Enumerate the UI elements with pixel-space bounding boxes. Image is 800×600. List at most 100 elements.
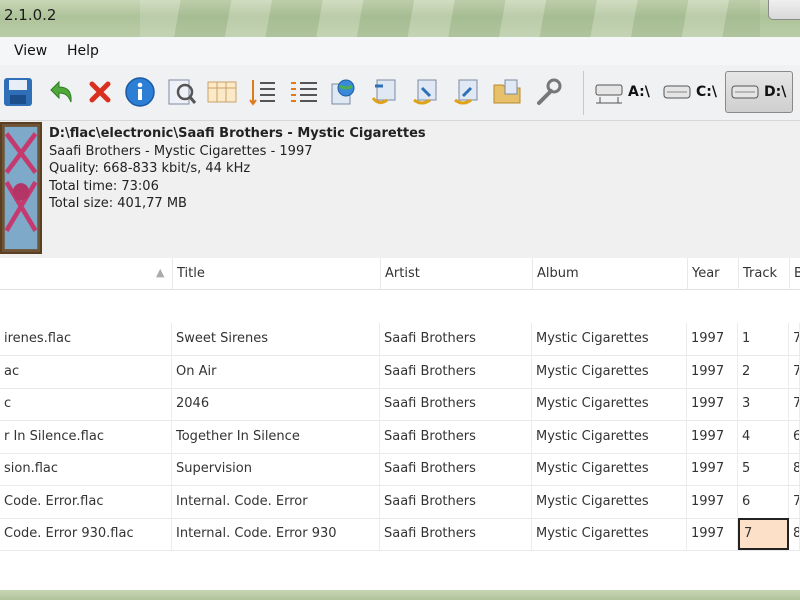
cell-extra[interactable]: 7 [789, 388, 800, 420]
total-time: Total time: 73:06 [49, 178, 159, 194]
cell-album[interactable]: Mystic Cigarettes [532, 355, 687, 388]
cell-artist[interactable]: Saafi Brothers [380, 388, 532, 420]
table-header: ▲ Title Artist Album Year Track B [0, 258, 800, 290]
cell-extra[interactable]: 7 [789, 485, 800, 518]
cell-album[interactable]: Mystic Cigarettes [532, 323, 687, 355]
table-row[interactable]: sion.flac Supervision Saafi Brothers Mystic… [0, 453, 800, 486]
cell-track[interactable]: 4 [738, 420, 789, 453]
cell-filename[interactable]: ac [0, 355, 172, 388]
album-cover[interactable] [0, 122, 42, 254]
cell-artist[interactable]: Saafi Brothers [380, 518, 532, 550]
list-numbering-icon[interactable] [288, 76, 320, 108]
table-row[interactable]: ac On Air Saafi Brothers Mystic Cigarettes 1… [0, 355, 800, 389]
cell-track[interactable]: 2 [738, 355, 789, 388]
delete-icon[interactable] [84, 76, 116, 108]
cell-extra[interactable]: 6 [789, 420, 800, 453]
settings-icon[interactable] [532, 76, 564, 108]
cell-year[interactable]: 1997 [687, 485, 738, 518]
cell-year[interactable]: 1997 [687, 355, 738, 388]
drive-d-button[interactable]: D:\ [725, 71, 793, 113]
drive-a-button[interactable]: A:\ [590, 71, 656, 113]
cell-track[interactable]: 7 [738, 518, 789, 550]
cell-filename[interactable]: Code. Error 930.flac [0, 518, 172, 550]
table-row[interactable]: irenes.flac Sweet Sirenes Saafi Brothers My… [0, 323, 800, 356]
cell-track[interactable]: 5 [738, 453, 789, 485]
cell-extra[interactable]: 7 [789, 355, 800, 388]
cell-year[interactable]: 1997 [687, 420, 738, 453]
cell-title[interactable]: Supervision [172, 453, 380, 485]
cell-title[interactable]: On Air [172, 355, 380, 388]
column-header-album[interactable]: Album [532, 258, 687, 290]
cell-album[interactable]: Mystic Cigarettes [532, 420, 687, 453]
convert-icon[interactable] [369, 76, 401, 108]
column-header-extra[interactable]: B [789, 258, 800, 290]
save-icon[interactable] [2, 76, 34, 108]
column-header-track[interactable]: Track [738, 258, 789, 290]
edit-tags-icon[interactable] [165, 76, 197, 108]
cell-filename[interactable]: r In Silence.flac [0, 420, 172, 453]
cell-extra[interactable]: 7 [789, 323, 800, 355]
table-row[interactable]: Code. Error.flac Internal. Code. Error Saa… [0, 485, 800, 519]
cell-year[interactable]: 1997 [687, 323, 738, 355]
column-header-filename[interactable] [0, 258, 172, 290]
title-bar-background [140, 0, 760, 37]
menu-view[interactable]: View [14, 43, 47, 59]
info-icon[interactable] [124, 76, 156, 108]
window-control-button[interactable] [768, 0, 800, 20]
sort-ascending-icon: ▲ [156, 266, 165, 279]
folder-icon[interactable] [491, 76, 523, 108]
drive-label: A:\ [628, 84, 650, 100]
numbering-icon[interactable] [247, 76, 279, 108]
drive-label: D:\ [764, 84, 787, 100]
table-row[interactable]: r In Silence.flac Together In Silence Saaf… [0, 420, 800, 454]
undo-icon[interactable] [45, 76, 77, 108]
cell-extra[interactable]: 8 [789, 518, 800, 550]
column-header-artist[interactable]: Artist [380, 258, 532, 290]
columns-icon[interactable] [206, 76, 238, 108]
cell-track[interactable]: 1 [738, 323, 789, 355]
table-row[interactable]: Code. Error 930.flac Internal. Code. Erro… [0, 518, 800, 551]
cell-filename[interactable]: irenes.flac [0, 323, 172, 355]
track-list: irenes.flac Sweet Sirenes Saafi Brothers My… [0, 290, 800, 590]
cell-artist[interactable]: Saafi Brothers [380, 420, 532, 453]
drive-icon [731, 85, 759, 99]
album-line: Saafi Brothers - Mystic Cigarettes - 199… [49, 143, 313, 159]
drive-c-button[interactable]: C:\ [658, 71, 724, 113]
cell-album[interactable]: Mystic Cigarettes [532, 518, 687, 550]
drive-icon [595, 84, 623, 104]
convert-up-icon[interactable] [451, 76, 483, 108]
drive-label: C:\ [696, 84, 717, 100]
toolbar: A:\ C:\ D:\ [0, 65, 800, 121]
cell-title[interactable]: Together In Silence [172, 420, 380, 453]
cell-album[interactable]: Mystic Cigarettes [532, 485, 687, 518]
cell-extra[interactable]: 8 [789, 453, 800, 485]
cell-filename[interactable]: sion.flac [0, 453, 172, 485]
cell-title[interactable]: 2046 [172, 388, 380, 420]
folder-path: D:\flac\electronic\Saafi Brothers - Myst… [49, 126, 426, 141]
album-info-text: D:\flac\electronic\Saafi Brothers - Myst… [49, 125, 426, 213]
cell-album[interactable]: Mystic Cigarettes [532, 453, 687, 485]
cell-artist[interactable]: Saafi Brothers [380, 453, 532, 485]
cell-year[interactable]: 1997 [687, 518, 738, 550]
web-icon[interactable] [328, 76, 360, 108]
column-header-title[interactable]: Title [172, 258, 380, 290]
cell-artist[interactable]: Saafi Brothers [380, 355, 532, 388]
convert-down-icon[interactable] [410, 76, 442, 108]
cell-title[interactable]: Internal. Code. Error [172, 485, 380, 518]
cell-artist[interactable]: Saafi Brothers [380, 485, 532, 518]
cell-year[interactable]: 1997 [687, 388, 738, 420]
cell-filename[interactable]: Code. Error.flac [0, 485, 172, 518]
total-size: Total size: 401,77 MB [49, 196, 187, 211]
column-header-year[interactable]: Year [687, 258, 738, 290]
cell-title[interactable]: Internal. Code. Error 930 [172, 518, 380, 550]
cell-album[interactable]: Mystic Cigarettes [532, 388, 687, 420]
menu-help[interactable]: Help [67, 43, 99, 59]
menu-bar: View Help [0, 37, 800, 65]
cell-filename[interactable]: c [0, 388, 172, 420]
cell-track[interactable]: 6 [738, 485, 789, 518]
cell-artist[interactable]: Saafi Brothers [380, 323, 532, 355]
cell-title[interactable]: Sweet Sirenes [172, 323, 380, 355]
cell-year[interactable]: 1997 [687, 453, 738, 485]
cell-track[interactable]: 3 [738, 388, 789, 420]
table-row[interactable]: c 2046 Saafi Brothers Mystic Cigarettes 1997… [0, 388, 800, 421]
